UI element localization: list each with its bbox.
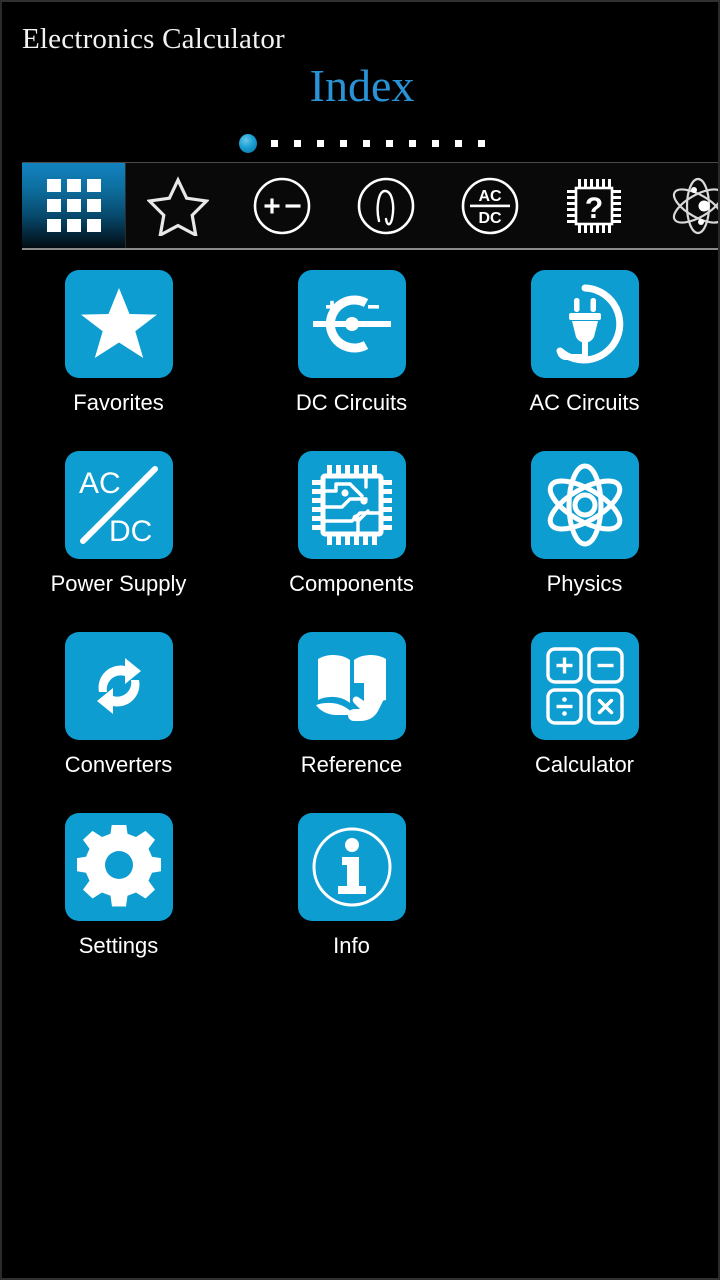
atom-icon bbox=[667, 175, 718, 237]
gear-icon bbox=[76, 825, 161, 909]
tile-favorites[interactable]: Favorites bbox=[2, 270, 235, 451]
pager-dot[interactable] bbox=[340, 139, 347, 147]
tile-icon-settings[interactable] bbox=[64, 813, 173, 921]
atom-icon bbox=[542, 462, 628, 548]
tile-components[interactable]: Components bbox=[235, 451, 468, 632]
tile-label: Calculator bbox=[534, 752, 635, 777]
tile-label: Components bbox=[289, 571, 414, 596]
tile-label: Physics bbox=[546, 571, 623, 596]
tab-favorites[interactable] bbox=[126, 163, 230, 248]
svg-text:?: ? bbox=[585, 192, 603, 225]
tile-label: Reference bbox=[300, 752, 403, 777]
tile-icon-physics[interactable] bbox=[530, 451, 639, 559]
pager-dot[interactable] bbox=[271, 139, 278, 147]
convert-arrows-icon bbox=[77, 646, 161, 726]
tile-label: Info bbox=[333, 933, 370, 958]
pager-dot[interactable] bbox=[409, 139, 416, 147]
tile-dc-circuits[interactable]: DC Circuits bbox=[235, 270, 468, 451]
sine-wave-circle-icon bbox=[355, 175, 417, 237]
tile-power-supply[interactable]: AC DC Power Supply bbox=[2, 451, 235, 632]
star-icon bbox=[79, 285, 159, 363]
tile-label: Favorites bbox=[73, 390, 164, 415]
pager-dot-active[interactable] bbox=[239, 133, 257, 153]
tile-info[interactable]: Info bbox=[235, 813, 468, 994]
tab-ac-circuits[interactable] bbox=[334, 163, 438, 248]
pager-dot[interactable] bbox=[294, 139, 301, 147]
chip-icon bbox=[310, 463, 394, 547]
tile-icon-calculator[interactable] bbox=[530, 632, 639, 740]
tab-bar[interactable]: AC DC ? bbox=[22, 162, 718, 250]
star-icon bbox=[147, 175, 209, 236]
svg-text:AC: AC bbox=[478, 188, 502, 205]
tab-index[interactable] bbox=[22, 163, 126, 248]
info-circle-icon bbox=[309, 824, 395, 910]
tile-label: DC Circuits bbox=[295, 390, 408, 415]
tile-label: Settings bbox=[78, 933, 159, 958]
ac-dc-circle-icon: AC DC bbox=[459, 175, 521, 237]
pager-dot[interactable] bbox=[478, 139, 485, 147]
tile-grid: Favorites DC Circuits AC Circuits AC DC … bbox=[2, 270, 718, 994]
tab-dc-circuits[interactable] bbox=[230, 163, 334, 248]
tile-label: Converters bbox=[64, 752, 173, 777]
tile-ac-circuits[interactable]: AC Circuits bbox=[468, 270, 701, 451]
page-indicator bbox=[2, 132, 718, 154]
tile-reference[interactable]: Reference bbox=[235, 632, 468, 813]
dc-source-icon bbox=[310, 286, 394, 362]
tile-icon-components[interactable] bbox=[297, 451, 406, 559]
tile-icon-ac-circuits[interactable] bbox=[530, 270, 639, 378]
tile-icon-converters[interactable] bbox=[64, 632, 173, 740]
tile-calculator[interactable]: Calculator bbox=[468, 632, 701, 813]
tile-icon-reference[interactable] bbox=[297, 632, 406, 740]
pager-dot[interactable] bbox=[386, 139, 393, 147]
tab-power-supply[interactable]: AC DC bbox=[438, 163, 542, 248]
plug-circle-icon bbox=[544, 283, 626, 365]
grid-icon bbox=[43, 175, 105, 237]
pager-dot[interactable] bbox=[455, 139, 462, 147]
ac-label: AC bbox=[79, 467, 121, 500]
page-title: Index bbox=[309, 60, 415, 111]
pager-dot[interactable] bbox=[363, 139, 370, 147]
tab-components[interactable]: ? bbox=[542, 163, 646, 248]
tile-physics[interactable]: Physics bbox=[468, 451, 701, 632]
tile-icon-favorites[interactable] bbox=[64, 270, 173, 378]
tile-label: Power Supply bbox=[50, 571, 187, 596]
pager-dot[interactable] bbox=[432, 139, 439, 147]
app-title: Electronics Calculator bbox=[22, 23, 285, 55]
tile-label: AC Circuits bbox=[529, 390, 640, 415]
pager-dot[interactable] bbox=[317, 139, 324, 147]
plus-minus-circle-icon bbox=[251, 175, 313, 237]
tile-converters[interactable]: Converters bbox=[2, 632, 235, 813]
tile-icon-dc-circuits[interactable] bbox=[297, 270, 406, 378]
book-hand-icon bbox=[310, 645, 394, 727]
app-root: Electronics Calculator Index AC DC ? Fav… bbox=[0, 0, 720, 1280]
tile-icon-power-supply[interactable]: AC DC bbox=[64, 451, 173, 559]
dc-label: DC bbox=[109, 515, 152, 548]
tile-settings[interactable]: Settings bbox=[2, 813, 235, 994]
calculator-keys-icon bbox=[545, 646, 625, 726]
chip-question-icon: ? bbox=[563, 175, 625, 237]
tab-physics[interactable] bbox=[646, 163, 718, 248]
svg-text:DC: DC bbox=[478, 210, 502, 227]
tile-icon-info[interactable] bbox=[297, 813, 406, 921]
